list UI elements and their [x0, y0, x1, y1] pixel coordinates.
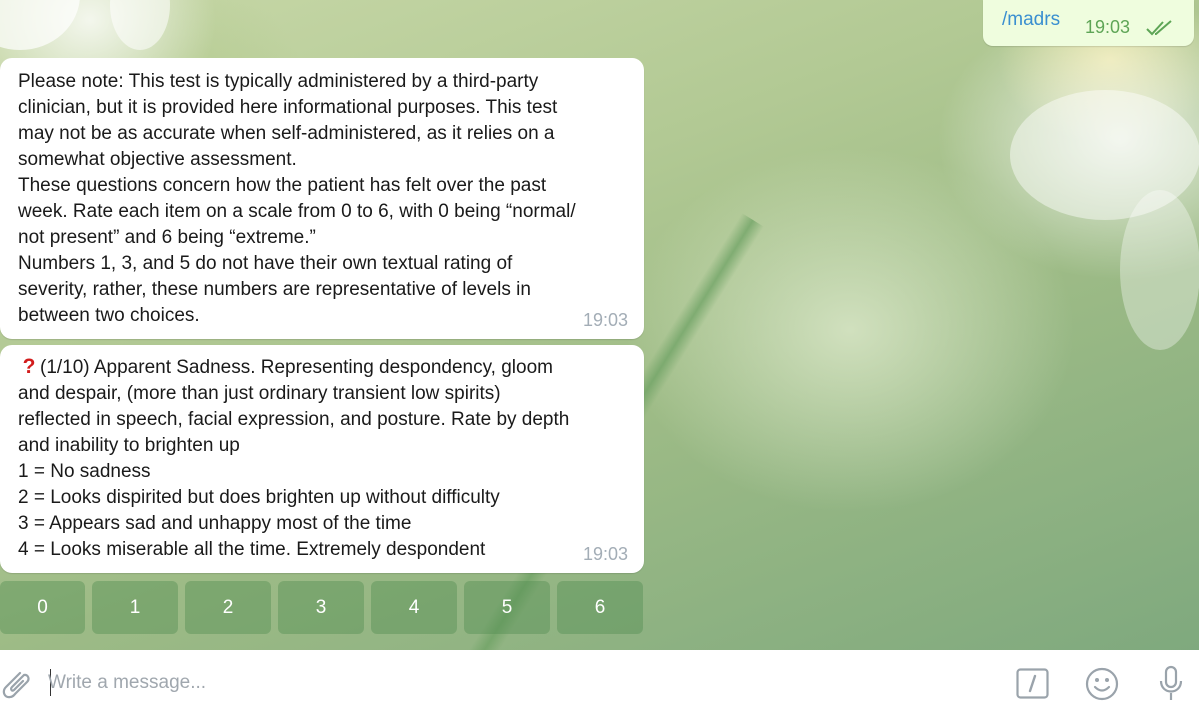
message-line: and inability to brighten up	[18, 435, 240, 456]
keyboard-button-4[interactable]: 4	[371, 581, 457, 634]
message-line: Numbers 1, 3, and 5 do not have their ow…	[18, 253, 513, 274]
message-line: 3 = Appears sad and unhappy most of the …	[18, 513, 412, 534]
bot-message-disclaimer: Please note: This test is typically admi…	[0, 58, 644, 339]
slash-commands-icon[interactable]	[1016, 668, 1049, 699]
message-line: week. Rate each item on a scale from 0 t…	[18, 201, 576, 222]
message-line: between two choices.	[18, 305, 200, 326]
message-line: severity, rather, these numbers are repr…	[18, 279, 531, 300]
outgoing-message: /madrs 19:03	[983, 0, 1194, 46]
keyboard-button-1[interactable]: 1	[92, 581, 178, 634]
keyboard-button-2[interactable]: 2	[185, 581, 271, 634]
message-line: and despair, (more than just ordinary tr…	[18, 383, 501, 404]
microphone-icon[interactable]	[1156, 665, 1186, 703]
message-line: somewhat objective assessment.	[18, 149, 297, 170]
message-line: may not be as accurate when self-adminis…	[18, 123, 555, 144]
paperclip-icon[interactable]	[0, 667, 30, 701]
message-time: 19:03	[582, 544, 628, 564]
keyboard-button-6[interactable]: 6	[557, 581, 643, 634]
message-time: 19:03	[1085, 17, 1131, 37]
message-line: These questions concern how the patient …	[18, 175, 547, 196]
message-input[interactable]	[46, 664, 950, 702]
inline-keyboard: 0 1 2 3 4 5 6	[0, 581, 644, 634]
message-line: (1/10) Apparent Sadness. Representing de…	[40, 357, 553, 378]
message-line: Please note: This test is typically admi…	[18, 71, 539, 92]
message-time: 19:03	[582, 310, 628, 330]
command-link[interactable]: /madrs	[1002, 9, 1060, 31]
message-line: 1 = No sadness	[18, 461, 151, 482]
keyboard-button-5[interactable]: 5	[464, 581, 550, 634]
question-mark-icon: ?	[22, 355, 36, 378]
message-line: 4 = Looks miserable all the time. Extrem…	[18, 539, 486, 560]
keyboard-button-3[interactable]: 3	[278, 581, 364, 634]
message-line: 2 = Looks dispirited but does brighten u…	[18, 487, 500, 508]
double-check-icon	[1146, 20, 1172, 36]
bot-message-question: ? (1/10) Apparent Sadness. Representing d…	[0, 345, 644, 573]
message-line: reflected in speech, facial expression, …	[18, 409, 570, 430]
message-composer	[0, 650, 1199, 715]
emoji-icon[interactable]	[1085, 667, 1119, 701]
message-line: not present” and 6 being “extreme.”	[18, 227, 316, 248]
message-line: clinician, but it is provided here infor…	[18, 97, 558, 118]
keyboard-button-0[interactable]: 0	[0, 581, 85, 634]
